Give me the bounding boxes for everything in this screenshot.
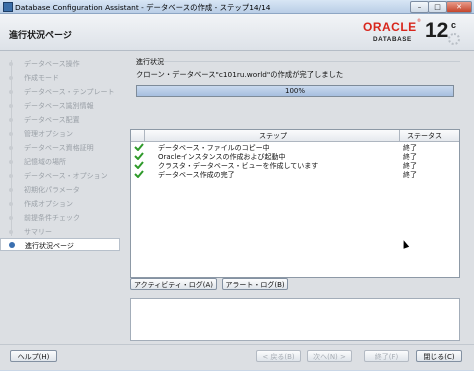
details-panel (130, 298, 460, 341)
step-dot-icon (9, 104, 13, 108)
table-row[interactable]: クラスタ・データベース・ビューを作成しています 終了 (131, 161, 459, 170)
progress-percent: 100% (284, 87, 305, 95)
maximize-button[interactable]: □ (428, 1, 447, 13)
step-dot-icon (9, 188, 13, 192)
nav-item-creation-mode[interactable]: 作成モード (0, 71, 120, 84)
app-icon (3, 2, 13, 12)
step-dot-icon (9, 118, 13, 122)
step-dot-icon (9, 62, 13, 66)
column-separator (399, 130, 400, 141)
gear-icon (448, 33, 460, 45)
next-button[interactable]: 次へ(N) > (307, 350, 352, 362)
dbca-window: Database Configuration Assistant - データベー… (0, 0, 474, 370)
section-divider (164, 61, 460, 62)
help-button[interactable]: ヘルプ(H) (10, 350, 57, 362)
nav-item-label: データベース資格証明 (24, 144, 94, 152)
step-dot-icon (9, 216, 13, 220)
nav-item-progress-page[interactable]: 進行状況ページ (0, 238, 120, 251)
alert-log-button[interactable]: アラート・ログ(B) (222, 278, 288, 290)
current-step-icon (9, 242, 15, 248)
oracle-logo: ORACLE (363, 20, 417, 34)
progress-bar: 100% (136, 85, 454, 97)
registered-mark: ® (417, 18, 421, 23)
step-dot-icon (9, 160, 13, 164)
nav-item-database-operation[interactable]: データベース操作 (0, 57, 120, 70)
step-dot-icon (9, 230, 13, 234)
title-bar: Database Configuration Assistant - データベー… (0, 0, 474, 14)
finish-button[interactable]: 終了(F) (364, 350, 409, 362)
close-window-button[interactable]: ✕ (446, 1, 472, 13)
step-dot-icon (9, 76, 13, 80)
steps-table-header: ステップ ステータス (131, 130, 459, 142)
column-header-step[interactable]: ステップ (259, 131, 287, 141)
nav-item-label: サマリー (24, 228, 52, 236)
nav-item-summary[interactable]: サマリー (0, 225, 120, 238)
nav-item-database-options[interactable]: データベース・オプション (0, 169, 120, 182)
status-message: クローン・データベース"c101ru.world"の作成が完了しました (136, 70, 344, 79)
nav-item-label: 初期化パラメータ (24, 186, 80, 194)
nav-item-prerequisite-checks[interactable]: 前提条件チェック (0, 211, 120, 224)
progress-section-label: 進行状況 (136, 58, 164, 66)
window-title: Database Configuration Assistant - データベー… (15, 3, 271, 12)
nav-item-label: 作成モード (24, 74, 59, 82)
nav-item-database-template[interactable]: データベース・テンプレート (0, 85, 120, 98)
step-status: 終了 (403, 171, 417, 179)
step-dot-icon (9, 174, 13, 178)
table-row[interactable]: データベース作成の完了 終了 (131, 170, 459, 179)
nav-item-label: 進行状況ページ (25, 242, 74, 250)
check-icon (134, 170, 144, 178)
version-number: 12 (425, 19, 449, 42)
page-title: 進行状況ページ (9, 31, 72, 41)
nav-item-database-credentials[interactable]: データベース資格証明 (0, 141, 120, 154)
nav-item-label: 前提条件チェック (24, 214, 80, 222)
nav-item-label: 記憶域の場所 (24, 158, 66, 166)
nav-item-init-parameters[interactable]: 初期化パラメータ (0, 183, 120, 196)
database-logo-text: DATABASE (373, 36, 412, 43)
nav-item-storage-locations[interactable]: 記憶域の場所 (0, 155, 120, 168)
nav-item-database-identification[interactable]: データベース識別情報 (0, 99, 120, 112)
nav-item-label: 管理オプション (24, 130, 73, 138)
nav-item-management-options[interactable]: 管理オプション (0, 127, 120, 140)
table-row[interactable]: データベース・ファイルのコピー中 終了 (131, 143, 459, 152)
step-name: データベース作成の完了 (158, 171, 235, 179)
nav-item-label: データベース操作 (24, 60, 80, 68)
nav-item-label: データベース・オプション (24, 172, 108, 180)
step-navigation: データベース操作 作成モード データベース・テンプレート データベース識別情報 … (0, 52, 122, 344)
close-button[interactable]: 閉じる(C) (416, 350, 462, 362)
minimize-button[interactable]: – (410, 1, 429, 13)
step-dot-icon (9, 146, 13, 150)
column-separator (144, 130, 145, 141)
activity-log-button[interactable]: アクティビティ・ログ(A) (130, 278, 217, 290)
column-header-status[interactable]: ステータス (407, 131, 442, 141)
version-suffix: c (451, 20, 457, 30)
steps-table: ステップ ステータス データベース・ファイルのコピー中 終了 Oracleインス… (130, 129, 460, 278)
check-icon (134, 143, 144, 151)
nav-item-label: 作成オプション (24, 200, 73, 208)
nav-item-label: データベース配置 (24, 116, 80, 124)
step-dot-icon (9, 202, 13, 206)
back-button[interactable]: < 戻る(B) (256, 350, 301, 362)
nav-item-creation-options[interactable]: 作成オプション (0, 197, 120, 210)
step-dot-icon (9, 132, 13, 136)
nav-item-database-placement[interactable]: データベース配置 (0, 113, 120, 126)
check-icon (134, 152, 144, 160)
nav-item-label: データベース・テンプレート (24, 88, 115, 96)
check-icon (134, 161, 144, 169)
table-row[interactable]: Oracleインスタンスの作成および起動中 終了 (131, 152, 459, 161)
step-dot-icon (9, 90, 13, 94)
nav-item-label: データベース識別情報 (24, 102, 94, 110)
